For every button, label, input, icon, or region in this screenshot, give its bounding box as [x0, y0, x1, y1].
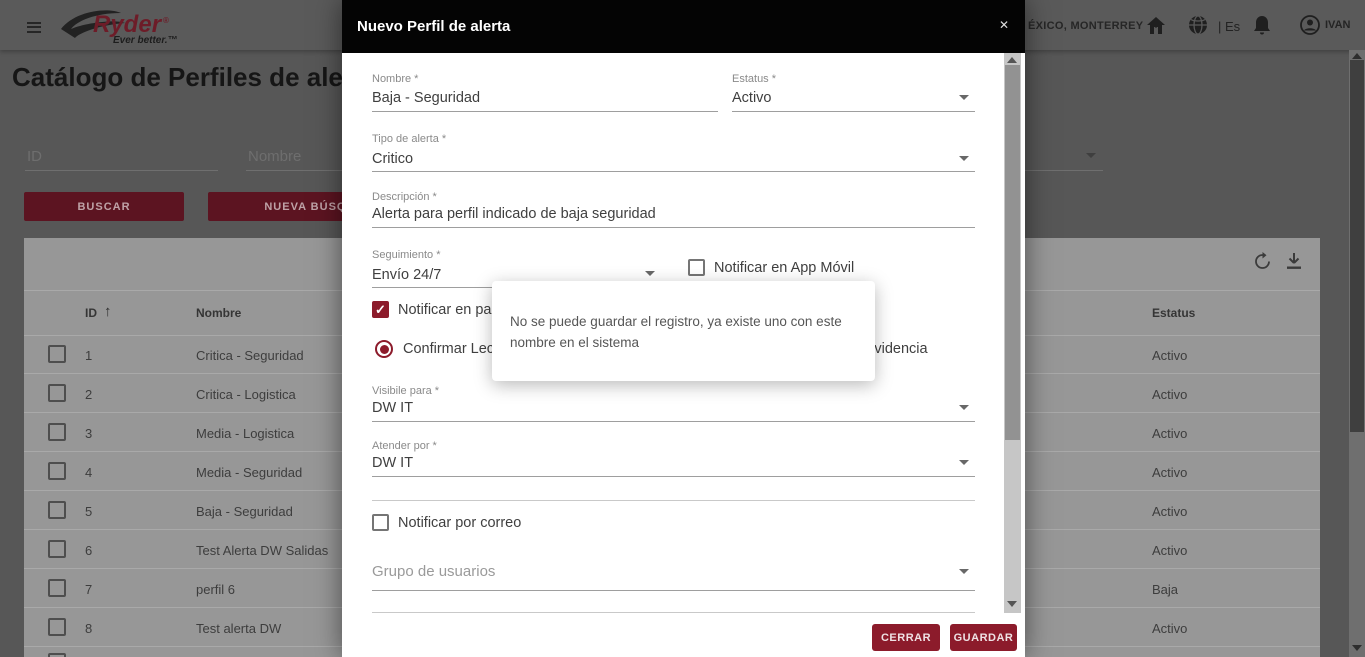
globe-icon[interactable] — [1188, 15, 1208, 40]
descripcion-label: Descripción * — [372, 191, 437, 203]
toast-notification: No se puede guardar el registro, ya exis… — [492, 281, 875, 381]
notificar-app-movil-label: Notificar en App Móvil — [714, 260, 855, 276]
close-icon[interactable]: ✕ — [999, 18, 1009, 32]
filter-id-input[interactable]: ID — [27, 148, 42, 165]
toast-message: No se puede guardar el registro, ya exis… — [510, 314, 842, 350]
hamburger-menu-icon[interactable] — [27, 19, 41, 35]
seguimiento-label: Seguimiento * — [372, 249, 441, 261]
status-value: Activo — [1152, 621, 1188, 636]
page-scrollbar-thumb[interactable] — [1350, 60, 1364, 432]
scroll-down-icon[interactable] — [1007, 601, 1017, 607]
scroll-up-icon[interactable] — [1352, 53, 1362, 59]
status-value: Activo — [1152, 348, 1188, 363]
visible-para-label: Visibile para * — [372, 385, 440, 397]
avatar — [1300, 15, 1320, 35]
status-value: Activo — [1152, 426, 1188, 441]
scroll-down-icon[interactable] — [1352, 645, 1362, 651]
row-checkbox[interactable] — [48, 618, 66, 636]
buscar-button[interactable]: BUSCAR — [24, 192, 184, 221]
app-root: Ryder ® Ever better.™ ÉXICO, MONTERREY |… — [0, 0, 1365, 657]
filter-id-underline — [25, 170, 218, 171]
modal-scrollbar-thumb[interactable] — [1005, 65, 1020, 440]
chevron-down-icon[interactable] — [959, 95, 969, 100]
estatus-label: Estatus * — [732, 73, 777, 85]
confirmar-lectura-radio[interactable] — [375, 340, 393, 358]
visible-para-select[interactable]: DW IT — [372, 400, 413, 416]
filter-dropdown-arrow-icon[interactable] — [1086, 153, 1096, 158]
ryder-logo-text: Ryder — [93, 11, 163, 38]
status-value: Activo — [1152, 465, 1188, 480]
descripcion-input[interactable]: Alerta para perfil indicado de baja segu… — [372, 206, 656, 222]
grupo-usuarios-select[interactable]: Grupo de usuarios — [372, 563, 495, 580]
language-label[interactable]: | Es — [1218, 19, 1240, 34]
nombre-input[interactable]: Baja - Seguridad — [372, 90, 480, 106]
svg-text:®: ® — [163, 16, 169, 25]
tipo-alerta-select[interactable]: Critico — [372, 151, 413, 167]
sort-asc-icon[interactable]: ↑ — [104, 303, 112, 320]
modal-header: Nuevo Perfil de alerta ✕ — [342, 0, 1025, 53]
row-checkbox[interactable] — [48, 423, 66, 441]
status-value: Baja — [1152, 582, 1179, 597]
chevron-down-icon[interactable] — [959, 156, 969, 161]
user-menu[interactable]: IVAN — [1300, 15, 1350, 35]
chevron-down-icon[interactable] — [959, 569, 969, 574]
divider — [372, 500, 975, 501]
seguimiento-select[interactable]: Envío 24/7 — [372, 267, 441, 283]
filter-nombre-input[interactable]: Nombre — [248, 148, 301, 165]
ryder-logo: Ryder ® Ever better.™ — [55, 5, 190, 47]
ryder-tagline: Ever better.™ — [113, 35, 177, 46]
tipo-alerta-label: Tipo de alerta * — [372, 133, 447, 145]
notificar-pantalla-checkbox[interactable]: ✓ — [372, 301, 389, 318]
chevron-down-icon[interactable] — [959, 460, 969, 465]
chevron-down-icon[interactable] — [645, 271, 655, 276]
row-checkbox[interactable] — [48, 384, 66, 402]
row-checkbox[interactable] — [48, 345, 66, 363]
notificar-app-movil-checkbox[interactable] — [688, 259, 705, 276]
column-header-id[interactable]: ID — [85, 306, 97, 320]
row-checkbox[interactable] — [48, 462, 66, 480]
nombre-label: Nombre * — [372, 73, 419, 85]
status-value: Activo — [1152, 387, 1188, 402]
atender-por-select[interactable]: DW IT — [372, 455, 413, 471]
atender-por-label: Atender por * — [372, 440, 437, 452]
column-header-nombre[interactable]: Nombre — [196, 306, 241, 320]
estatus-select[interactable]: Activo — [732, 90, 772, 106]
location-selector[interactable]: ÉXICO, MONTERREY — [1028, 20, 1161, 32]
modal-title: Nuevo Perfil de alerta — [357, 18, 511, 35]
location-label: ÉXICO, MONTERREY — [1028, 20, 1144, 32]
chevron-down-icon[interactable] — [959, 405, 969, 410]
divider — [372, 612, 975, 613]
row-checkbox[interactable] — [48, 501, 66, 519]
status-value: Activo — [1152, 543, 1188, 558]
notifications-bell-icon[interactable] — [1253, 15, 1271, 41]
notificar-correo-label: Notificar por correo — [398, 515, 522, 531]
notificar-correo-checkbox[interactable] — [372, 514, 389, 531]
refresh-icon[interactable] — [1253, 252, 1272, 276]
user-name: IVAN — [1325, 19, 1351, 31]
scroll-up-icon[interactable] — [1007, 57, 1017, 63]
row-checkbox[interactable] — [48, 579, 66, 597]
home-icon[interactable] — [1146, 16, 1166, 40]
column-header-estatus[interactable]: Estatus — [1152, 306, 1195, 320]
row-checkbox[interactable] — [48, 540, 66, 558]
guardar-button[interactable]: GUARDAR — [950, 624, 1017, 651]
status-value: Activo — [1152, 504, 1188, 519]
row-checkbox[interactable] — [48, 653, 66, 657]
download-icon[interactable] — [1285, 252, 1303, 276]
cerrar-button[interactable]: CERRAR — [872, 624, 940, 651]
page-title: Catálogo de Perfiles de alerta — [12, 62, 377, 92]
